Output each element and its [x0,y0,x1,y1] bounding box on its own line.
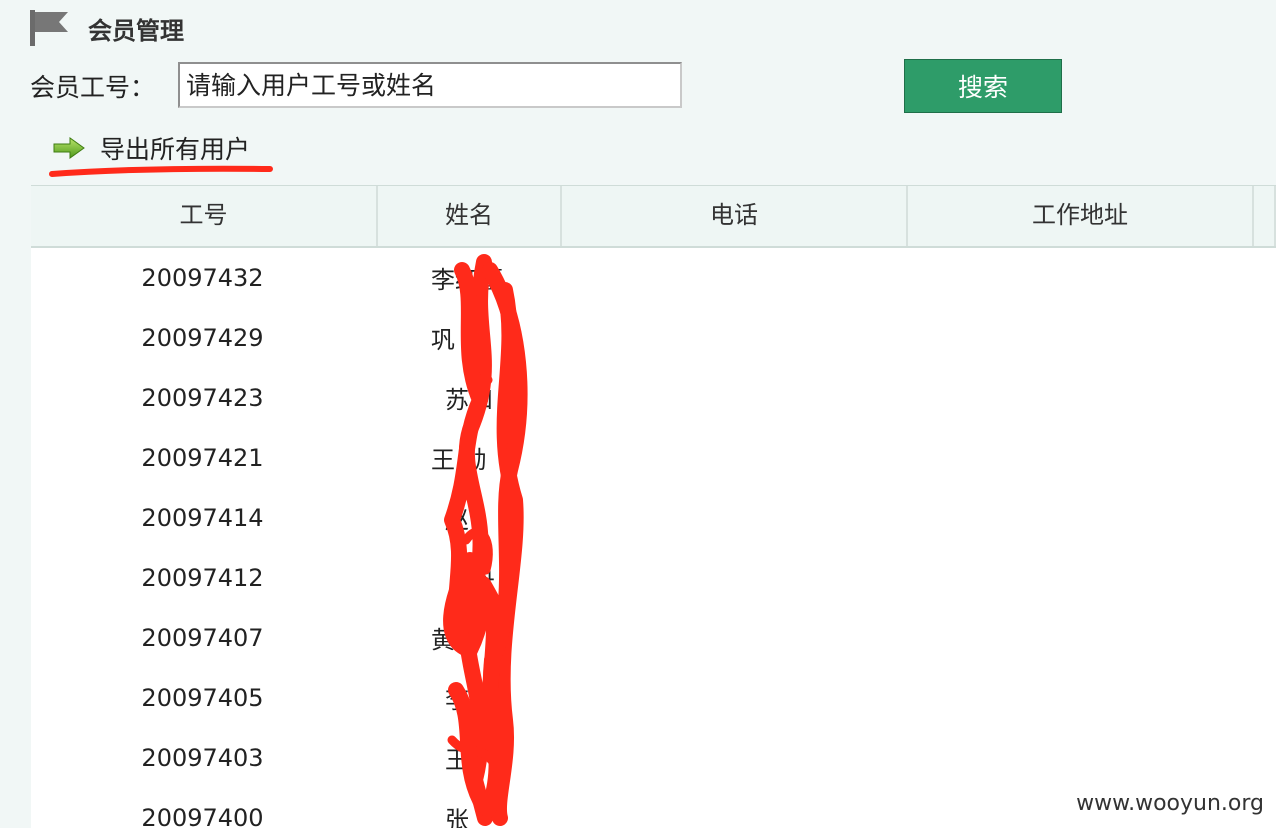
member-id: 20097412 [141,564,264,592]
table-row[interactable]: 20097432 李红蕾 [31,248,1276,308]
member-id: 20097400 [141,804,264,828]
flag-icon [30,10,68,46]
column-header-extra[interactable] [1254,186,1276,246]
member-name: 王 勋 [431,446,487,474]
table-row[interactable]: 20097429 巩 [31,308,1276,368]
column-header-id[interactable]: 工号 [31,186,378,246]
search-button[interactable]: 搜索 [904,59,1062,113]
search-input[interactable] [178,62,682,108]
member-id: 20097432 [141,264,264,292]
column-header-name[interactable]: 姓名 [378,186,562,246]
table-row[interactable]: 20097414 赵 [31,488,1276,548]
table-row[interactable]: 20097405 李 [31,668,1276,728]
table-row[interactable]: 20097407 黄彩 [31,608,1276,668]
page-title: 会员管理 [88,16,184,45]
member-name: 张 [445,806,469,828]
column-header-address[interactable]: 工作地址 [908,186,1254,246]
arrow-right-icon [53,137,85,159]
member-id: 20097429 [141,324,264,352]
table-row[interactable]: 20097421 王 勋 [31,428,1276,488]
watermark: www.wooyun.org [1072,791,1268,816]
member-name: 黄彩 [431,626,479,654]
table-row[interactable]: 20097423 苏和 [31,368,1276,428]
member-id: 20097414 [141,504,264,532]
member-name: 李 [445,686,469,714]
member-id: 20097407 [141,624,264,652]
header: 会员管理 [28,8,184,48]
member-name: 苏和 [445,386,493,414]
table-row[interactable]: 20097412 丹 [31,548,1276,608]
search-label: 会员工号： [30,73,156,102]
member-id: 20097405 [141,684,264,712]
red-underline-annotation [49,165,273,177]
column-header-phone[interactable]: 电话 [562,186,908,246]
member-name: 巩 [431,326,455,354]
member-name: 李红蕾 [431,266,503,294]
member-id: 20097403 [141,744,264,772]
member-id: 20097421 [141,444,264,472]
member-id: 20097423 [141,384,264,412]
table-row[interactable]: 20097403 王 [31,728,1276,788]
member-name: 赵 [445,506,469,534]
page: 会员管理 会员工号： 搜索 导出所有用户 工号 姓名 电话 工作地址 [0,0,1276,828]
member-name: 王 [445,746,469,774]
search-bar: 会员工号： 搜索 [30,59,1230,113]
table-header: 工号 姓名 电话 工作地址 [31,185,1276,248]
member-table: 工号 姓名 电话 工作地址 20097432 李红蕾 20097429 巩 20… [31,185,1276,828]
member-name: 丹 [471,566,495,594]
